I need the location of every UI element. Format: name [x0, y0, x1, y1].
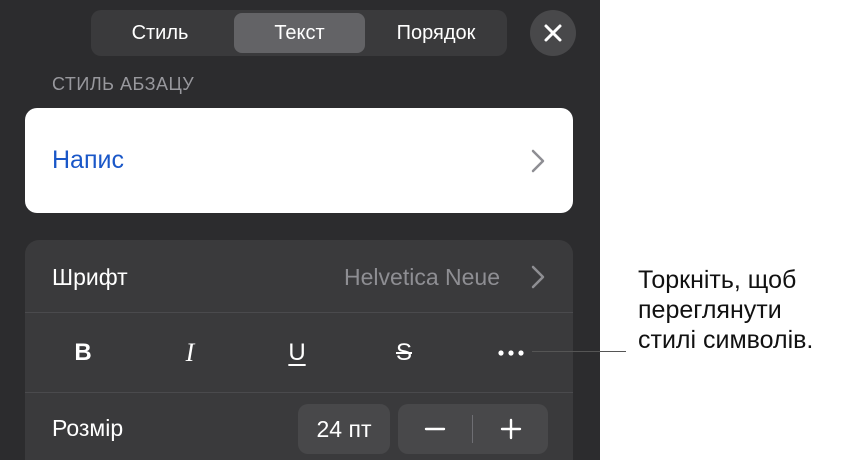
divider [25, 312, 573, 313]
format-panel: Стиль Текст Порядок СТИЛЬ АБЗАЦУ Напис Ш… [0, 0, 600, 460]
chevron-right-icon [531, 265, 545, 289]
paragraph-style-value: Напис [52, 146, 124, 174]
strikethrough-button[interactable]: S [384, 333, 424, 373]
callout-line: стилі символів. [638, 326, 814, 354]
font-value: Helvetica Neue [344, 264, 500, 290]
font-settings-card: Шрифт Helvetica Neue B I U S Розмір 24 п… [25, 240, 573, 460]
paragraph-style-row[interactable]: Напис [25, 108, 573, 213]
paragraph-style-header: СТИЛЬ АБЗАЦУ [52, 74, 195, 94]
ellipsis-icon [498, 350, 524, 356]
callout-leader-line [532, 351, 626, 352]
bold-button[interactable]: B [63, 333, 103, 373]
format-tabs: Стиль Текст Порядок [91, 10, 507, 56]
chevron-right-icon [531, 149, 545, 173]
plus-icon [500, 418, 522, 440]
size-value[interactable]: 24 пт [298, 404, 390, 454]
increase-size-button[interactable] [474, 404, 548, 454]
tab-arrange[interactable]: Порядок [369, 13, 503, 53]
close-button[interactable] [530, 10, 576, 56]
font-label: Шрифт [52, 264, 128, 290]
callout-line: переглянути [638, 296, 782, 324]
xmark-icon [544, 24, 562, 42]
decrease-size-button[interactable] [398, 404, 472, 454]
more-styles-button[interactable] [491, 333, 531, 373]
underline-button[interactable]: U [277, 333, 317, 373]
size-stepper [398, 404, 548, 454]
tab-text[interactable]: Текст [234, 13, 365, 53]
italic-button[interactable]: I [170, 333, 210, 373]
minus-icon [424, 427, 446, 431]
callout-line: Торкніть, щоб [638, 266, 797, 294]
divider [25, 392, 573, 393]
callout-text: Торкніть, щоб переглянути стилі символів… [638, 265, 853, 355]
tab-style[interactable]: Стиль [97, 13, 223, 53]
font-row[interactable]: Шрифт Helvetica Neue [25, 240, 573, 312]
stepper-divider [472, 415, 473, 443]
screenshot-canvas: Стиль Текст Порядок СТИЛЬ АБЗАЦУ Напис Ш… [0, 0, 857, 460]
size-label: Розмір [52, 415, 124, 441]
